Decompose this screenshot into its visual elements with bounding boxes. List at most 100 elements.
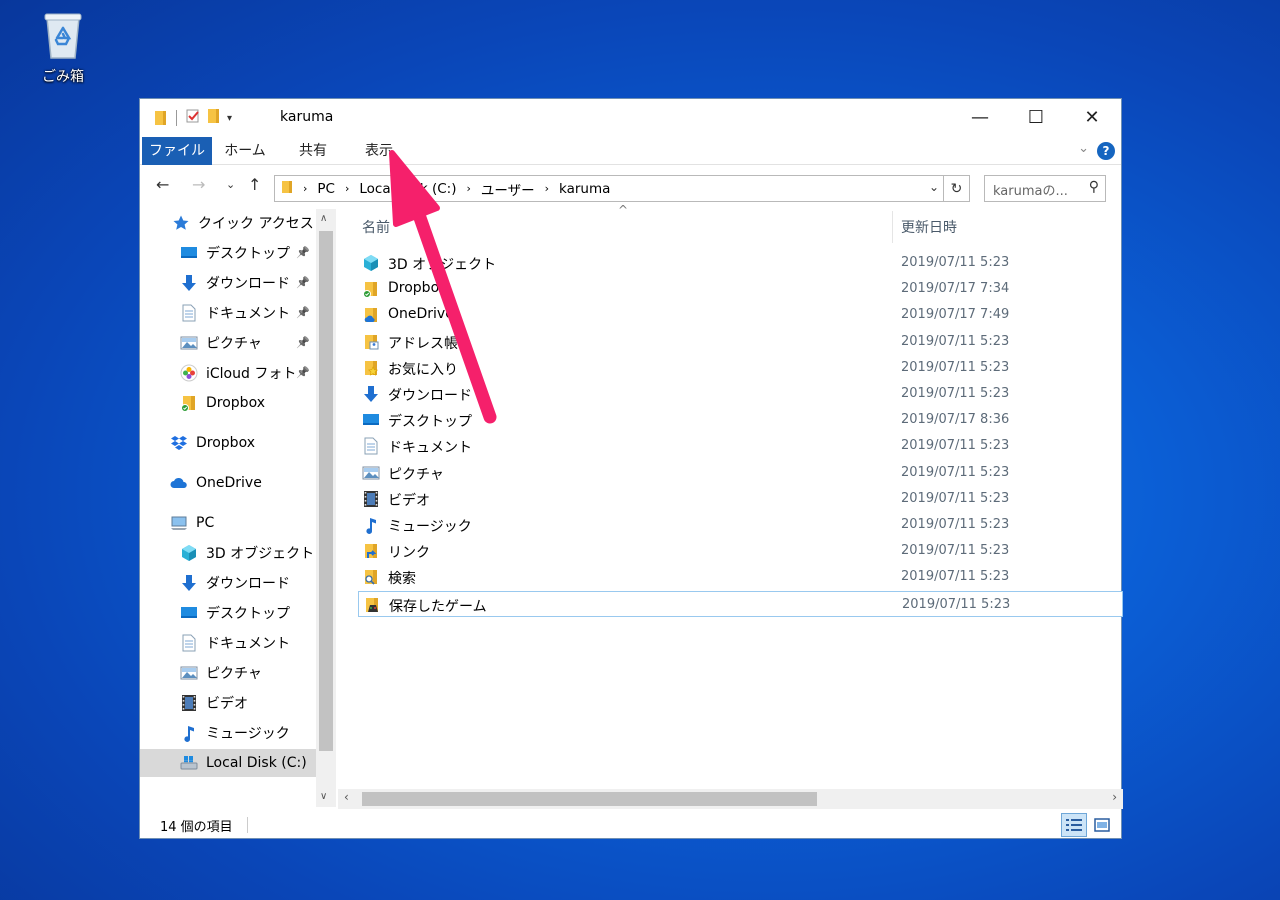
document-icon [362,437,380,455]
sidebar-item[interactable]: iCloud フォト 📌 [140,359,316,387]
maximize-button[interactable]: ☐ [1008,99,1064,135]
sidebar-item[interactable]: Dropbox [140,389,316,417]
title-bar[interactable]: ▾ karuma — ☐ ✕ [140,99,1121,135]
back-arrow-icon[interactable]: ← [156,175,169,194]
sidebar-item-label: ダウンロード [206,276,290,292]
list-item[interactable]: 保存したゲーム 2019/07/11 5:23 [358,590,1123,617]
dropbox-icon [170,434,188,452]
sidebar-item[interactable]: ダウンロード 📌 [140,269,316,297]
ribbon-tabs: ファイル ホーム 共有 表示 ⌄ ? [140,135,1121,165]
list-item[interactable]: OneDrive 2019/07/17 7:49 [358,302,1123,328]
column-header-name[interactable]: 名前 [362,217,390,237]
desktop-icon [180,244,198,262]
folder-icon [281,180,293,198]
recent-locations-chevron-icon[interactable]: ⌄ [226,178,235,191]
quick-access-toolbar: ▾ [154,108,232,128]
pin-icon[interactable]: 📌 [296,276,310,289]
horizontal-scrollbar[interactable]: ‹ › [338,789,1123,809]
list-item[interactable]: ミュージック 2019/07/11 5:23 [358,512,1123,538]
tab-file[interactable]: ファイル [142,137,212,165]
pin-icon[interactable]: 📌 [296,336,310,349]
list-item[interactable]: 3D オブジェクト 2019/07/11 5:23 [358,250,1123,276]
column-separator[interactable] [892,211,893,243]
new-folder-icon[interactable] [207,108,221,128]
navigation-pane-scrollbar[interactable]: ∧ ∨ [316,209,336,807]
sidebar-item[interactable]: デスクトップ 📌 [140,239,316,267]
list-item[interactable]: ピクチャ 2019/07/11 5:23 [358,460,1123,486]
sidebar-item[interactable]: OneDrive [140,469,316,497]
list-item[interactable]: アドレス帳 2019/07/11 5:23 [358,329,1123,355]
sidebar-item[interactable]: ピクチャ 📌 [140,329,316,357]
minimize-button[interactable]: — [952,99,1008,135]
help-button[interactable]: ? [1097,142,1115,160]
scroll-down-chevron-icon[interactable]: ∨ [320,791,327,802]
sidebar-item[interactable]: Dropbox [140,429,316,457]
refresh-icon[interactable]: ↻ [943,176,969,201]
picture-icon [180,664,198,682]
scroll-up-chevron-icon[interactable]: ∧ [320,213,327,224]
close-button[interactable]: ✕ [1064,99,1120,135]
address-dropdown-chevron-icon[interactable]: ⌄ [929,180,939,194]
large-icons-view-icon[interactable] [1089,813,1115,837]
sidebar-item[interactable]: ドキュメント [140,629,316,657]
tab-view[interactable]: 表示 [352,137,406,165]
tab-home[interactable]: ホーム [218,137,272,165]
search-input[interactable]: karumaの... ⚲ [984,175,1106,202]
ribbon-expand-chevron-icon[interactable]: ⌄ [1078,141,1089,156]
scroll-left-chevron-icon[interactable]: ‹ [344,790,349,804]
scroll-right-chevron-icon[interactable]: › [1112,790,1117,804]
item-name: アドレス帳 [388,335,458,352]
list-item[interactable]: お気に入り 2019/07/11 5:23 [358,355,1123,381]
search-placeholder: karumaの... [993,184,1068,199]
download-icon [362,385,380,403]
list-item[interactable]: Dropbox 2019/07/17 7:34 [358,276,1123,302]
sidebar-item[interactable]: Local Disk (C:) [140,749,316,777]
horizontal-scrollbar-thumb[interactable] [362,792,817,806]
item-date-modified: 2019/07/11 5:23 [901,517,1010,532]
list-item[interactable]: 検索 2019/07/11 5:23 [358,564,1123,590]
scrollbar-thumb[interactable] [319,231,333,751]
customize-toolbar-chevron-icon[interactable]: ▾ [227,113,232,124]
tab-share[interactable]: 共有 [286,137,340,165]
sidebar-item[interactable]: デスクトップ [140,599,316,627]
column-header-modified[interactable]: 更新日時 [901,217,957,237]
up-arrow-icon[interactable]: ↑ [248,175,261,194]
breadcrumb-local-disk[interactable]: Local Disk (C:) [359,181,456,197]
sidebar-item[interactable]: ミュージック [140,719,316,747]
sidebar-item[interactable]: PC [140,509,316,537]
sidebar-item[interactable]: クイック アクセス [140,209,316,237]
sidebar-item-label: PC [196,515,215,531]
item-date-modified: 2019/07/11 5:23 [901,490,1010,506]
video-icon [362,490,380,508]
sidebar-item-label: ドキュメント [206,306,290,322]
list-item[interactable]: ドキュメント 2019/07/11 5:23 [358,433,1123,459]
pin-icon[interactable]: 📌 [296,366,310,379]
list-item[interactable]: リンク 2019/07/11 5:23 [358,538,1123,564]
list-item[interactable]: ビデオ 2019/07/11 5:23 [358,486,1123,512]
item-name: ドキュメント [388,440,472,457]
navigation-bar: ← → ⌄ ↑ › PC › Local Disk (C:) › ユーザー › … [140,167,1121,207]
sidebar-item[interactable]: ピクチャ [140,659,316,687]
sidebar-item[interactable]: ドキュメント 📌 [140,299,316,327]
breadcrumb-pc[interactable]: PC [317,181,335,197]
item-count: 14 個の項目 [160,820,233,835]
pin-icon[interactable]: 📌 [296,246,310,259]
forward-arrow-icon[interactable]: → [192,175,205,194]
breadcrumb-karuma[interactable]: karuma [559,181,610,197]
recycle-bin[interactable]: ごみ箱 [30,10,96,86]
status-bar: 14 個の項目 [140,811,1121,839]
sidebar-item[interactable]: ビデオ [140,689,316,717]
properties-icon[interactable] [185,108,201,128]
list-item[interactable]: ダウンロード 2019/07/11 5:23 [358,381,1123,407]
list-item[interactable]: デスクトップ 2019/07/17 8:36 [358,407,1123,433]
sidebar-item-label: デスクトップ [206,606,290,622]
address-bar[interactable]: › PC › Local Disk (C:) › ユーザー › karuma ⌄… [274,175,970,202]
item-name: 3D オブジェクト [388,257,497,273]
sidebar-item[interactable]: 3D オブジェクト [140,539,316,567]
breadcrumb-users[interactable]: ユーザー [481,179,535,199]
sidebar-item-label: ドキュメント [206,636,290,652]
3d-objects-icon [180,544,198,562]
sidebar-item[interactable]: ダウンロード [140,569,316,597]
details-view-icon[interactable] [1061,813,1087,837]
pin-icon[interactable]: 📌 [296,306,310,319]
